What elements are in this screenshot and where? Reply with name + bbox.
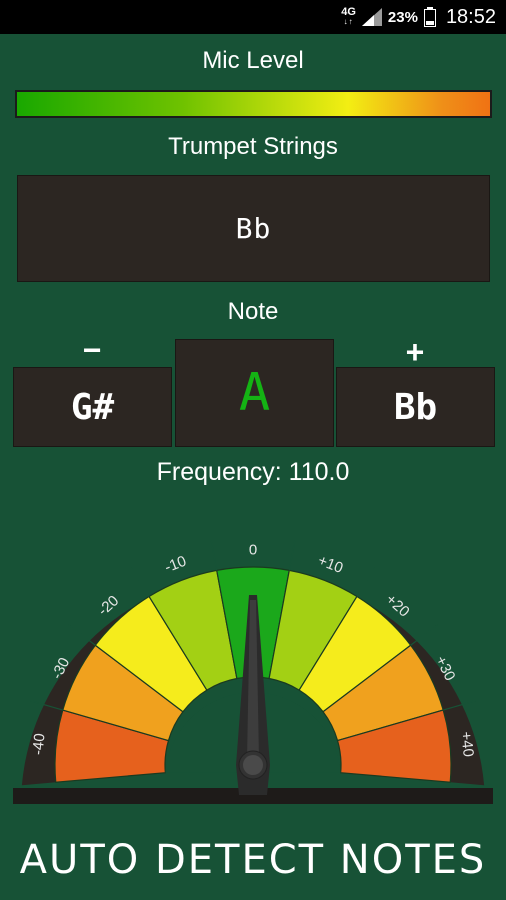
gauge-band-divider: [67, 624, 96, 646]
data-arrows-icon: ↓↑: [343, 17, 354, 26]
gauge-band-divider: [288, 540, 296, 571]
battery-percent: 23%: [387, 8, 418, 26]
string-selector[interactable]: Bb: [17, 175, 490, 282]
gauge-tick-label: 0: [249, 542, 257, 559]
gauge-tick-label: -40: [30, 733, 49, 756]
tuning-gauge: -40-30-20-100+10+20+30+40: [13, 540, 493, 804]
network-type-indicator: 4G ↓↑: [341, 7, 356, 27]
auto-detect-button[interactable]: AUTO DETECT NOTES: [0, 830, 506, 890]
signal-icon: [361, 8, 382, 26]
strings-label: Trumpet Strings: [168, 133, 338, 160]
current-note: A: [238, 363, 271, 423]
battery-icon: [423, 7, 436, 27]
plus-sign: +: [405, 334, 425, 370]
next-note: Bb: [393, 386, 438, 428]
mic-level-label: Mic Level: [202, 47, 304, 74]
selected-string: Bb: [235, 212, 272, 245]
mic-level-bar: [15, 90, 492, 118]
frequency-readout: Frequency: 110.0: [156, 458, 350, 486]
previous-note: G#: [70, 386, 115, 428]
status-icons: 4G ↓↑ 23% 18:52: [341, 0, 496, 34]
gauge-tick-label: +40: [457, 731, 476, 758]
current-note-display: A: [175, 339, 334, 447]
status-bar: 4G ↓↑ 23% 18:52: [0, 0, 506, 34]
gauge-band-divider: [130, 567, 150, 597]
note-label: Note: [227, 298, 279, 325]
gauge-band-divider: [210, 540, 218, 571]
gauge-band-divider: [410, 624, 439, 646]
minus-sign: −: [82, 332, 102, 368]
gauge-tick-label: -20: [95, 592, 122, 619]
gauge-tick-label: -10: [162, 553, 188, 577]
gauge-band-divider: [356, 567, 376, 597]
next-note-button[interactable]: Bb: [336, 367, 495, 447]
network-type-label: 4G: [341, 6, 356, 18]
clock: 18:52: [445, 5, 496, 28]
gauge-tick-label: +10: [316, 552, 346, 577]
previous-note-button[interactable]: G#: [13, 367, 172, 447]
